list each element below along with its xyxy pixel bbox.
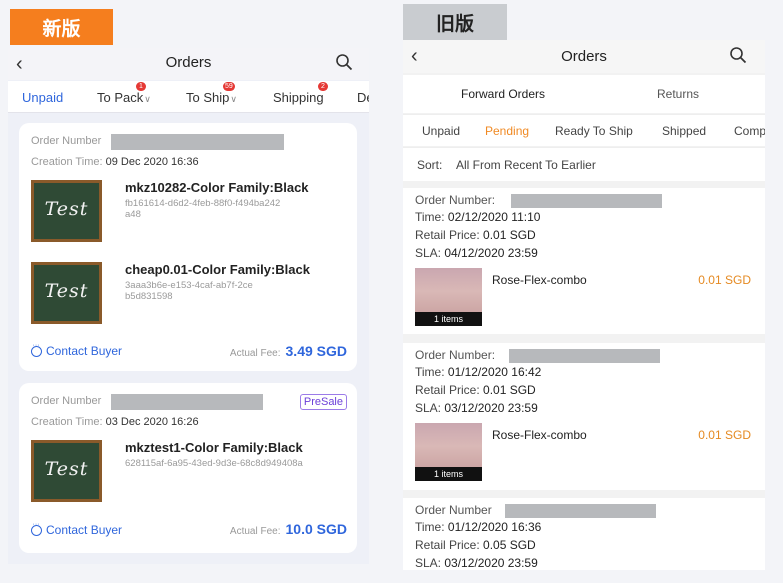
tab-to-ship[interactable]: To Ship∨ 59	[186, 82, 237, 105]
tab-shipping[interactable]: Shipping 2	[273, 82, 328, 105]
header: ‹ Orders	[403, 40, 765, 73]
sort-selector[interactable]: Sort: All From Recent To Earlier	[403, 147, 765, 181]
order-card[interactable]: Order Number Creation Time: 09 Dec 2020 …	[19, 123, 357, 371]
order-card[interactable]: Order Number Time: 01/12/2020 16:36 Reta…	[403, 498, 765, 570]
product-thumbnail: Test	[31, 440, 102, 502]
status-tabs: Unpaid To Pack∨ 1 To Ship∨ 59 Shipping 2…	[8, 81, 369, 113]
order-card[interactable]: Order Number: Time: 02/12/2020 11:10 Ret…	[403, 188, 765, 334]
retail-price: Retail Price: 0.05 SGD	[415, 538, 536, 552]
product-price: 0.01 SGD	[698, 273, 751, 287]
actual-fee: Actual Fee: 3.49 SGD	[229, 343, 347, 359]
product-name: Rose-Flex-combo	[492, 273, 587, 287]
product-name: mkztest1-Color Family:Black	[125, 440, 303, 455]
order-number-label: Order Number	[31, 395, 102, 407]
order-number-label: Order Number:	[415, 193, 496, 207]
creation-time: Creation Time: 09 Dec 2020 16:36	[31, 156, 199, 168]
tab-shipped[interactable]: Shipped	[662, 124, 706, 138]
count-badge: 2	[318, 82, 328, 91]
redacted-order-number	[111, 134, 284, 150]
order-number-label: Order Number:	[415, 348, 496, 362]
old-version-tag: 旧版	[403, 4, 507, 40]
chat-icon	[31, 342, 42, 357]
order-card[interactable]: Order Number: Time: 01/12/2020 16:42 Ret…	[403, 343, 765, 490]
new-version-tag: 新版	[10, 9, 113, 45]
product-name: cheap0.01-Color Family:Black	[125, 262, 310, 277]
old-version-panel: ‹ Orders Forward Orders Returns Unpaid P…	[403, 40, 765, 570]
retail-price: Retail Price: 0.01 SGD	[415, 383, 536, 397]
product-sku: fb161614-d6d2-4feb-88f0-f494ba242a48	[125, 198, 281, 220]
sla: SLA: 03/12/2020 23:59	[415, 556, 538, 570]
search-icon[interactable]	[335, 53, 353, 71]
chevron-down-icon: ∨	[144, 94, 151, 104]
sla: SLA: 03/12/2020 23:59	[415, 401, 538, 415]
order-time: Time: 01/12/2020 16:42	[415, 365, 542, 379]
page-title: Orders	[561, 48, 607, 65]
tab-unpaid[interactable]: Unpaid	[22, 90, 63, 105]
order-number-label: Order Number	[415, 503, 492, 517]
tab-to-pack[interactable]: To Pack∨ 1	[97, 82, 151, 105]
item-count: 1 items	[415, 467, 482, 481]
product-price: 0.01 SGD	[698, 428, 751, 442]
tab-completed[interactable]: Comp	[734, 124, 765, 138]
tab-delivered[interactable]: De	[357, 90, 369, 105]
product-thumbnail: Test	[31, 180, 102, 242]
status-tabs: Unpaid Pending Ready To Ship Shipped Com…	[403, 114, 765, 146]
search-icon[interactable]	[729, 46, 747, 64]
count-badge: 59	[223, 82, 235, 91]
order-time: Time: 01/12/2020 16:36	[415, 520, 542, 534]
creation-time: Creation Time: 03 Dec 2020 16:26	[31, 416, 199, 428]
sla: SLA: 04/12/2020 23:59	[415, 246, 538, 260]
order-card[interactable]: Order Number PreSale Creation Time: 03 D…	[19, 383, 357, 553]
order-time: Time: 02/12/2020 11:10	[415, 210, 541, 224]
redacted-order-number	[505, 504, 656, 518]
sort-label: Sort:	[417, 158, 443, 172]
header: ‹ Orders	[8, 48, 369, 80]
new-version-panel: ‹ Orders Unpaid To Pack∨ 1 To Ship∨ 59 S…	[8, 48, 369, 564]
order-number-label: Order Number	[31, 135, 102, 147]
count-badge: 1	[136, 82, 146, 91]
product-name: mkz10282-Color Family:Black	[125, 180, 309, 195]
tab-returns[interactable]: Returns	[657, 87, 699, 101]
chat-icon	[31, 521, 42, 536]
presale-badge: PreSale	[299, 394, 347, 410]
redacted-order-number	[511, 194, 662, 208]
retail-price: Retail Price: 0.01 SGD	[415, 228, 536, 242]
product-thumbnail: 1 items	[415, 268, 482, 326]
sort-value: All From Recent To Earlier	[456, 158, 596, 172]
order-type-segment: Forward Orders Returns	[403, 75, 765, 113]
redacted-order-number	[111, 394, 263, 410]
page-title: Orders	[165, 54, 212, 71]
tab-ready-to-ship[interactable]: Ready To Ship	[555, 124, 633, 138]
item-count: 1 items	[415, 312, 482, 326]
contact-buyer-button[interactable]: Contact Buyer	[31, 342, 122, 358]
product-name: Rose-Flex-combo	[492, 428, 587, 442]
tab-unpaid[interactable]: Unpaid	[422, 124, 460, 138]
contact-buyer-button[interactable]: Contact Buyer	[31, 521, 122, 537]
product-sku: 3aaa3b6e-e153-4caf-ab7f-2ceb5d831598	[125, 280, 253, 302]
product-thumbnail: Test	[31, 262, 102, 324]
actual-fee: Actual Fee: 10.0 SGD	[229, 521, 347, 537]
redacted-order-number	[509, 349, 660, 363]
product-thumbnail: 1 items	[415, 423, 482, 481]
product-sku: 628115af-6a95-43ed-9d3e-68c8d949408a	[125, 458, 303, 469]
tab-pending[interactable]: Pending	[485, 124, 529, 138]
chevron-down-icon: ∨	[230, 94, 237, 104]
tab-forward-orders[interactable]: Forward Orders	[461, 87, 545, 101]
